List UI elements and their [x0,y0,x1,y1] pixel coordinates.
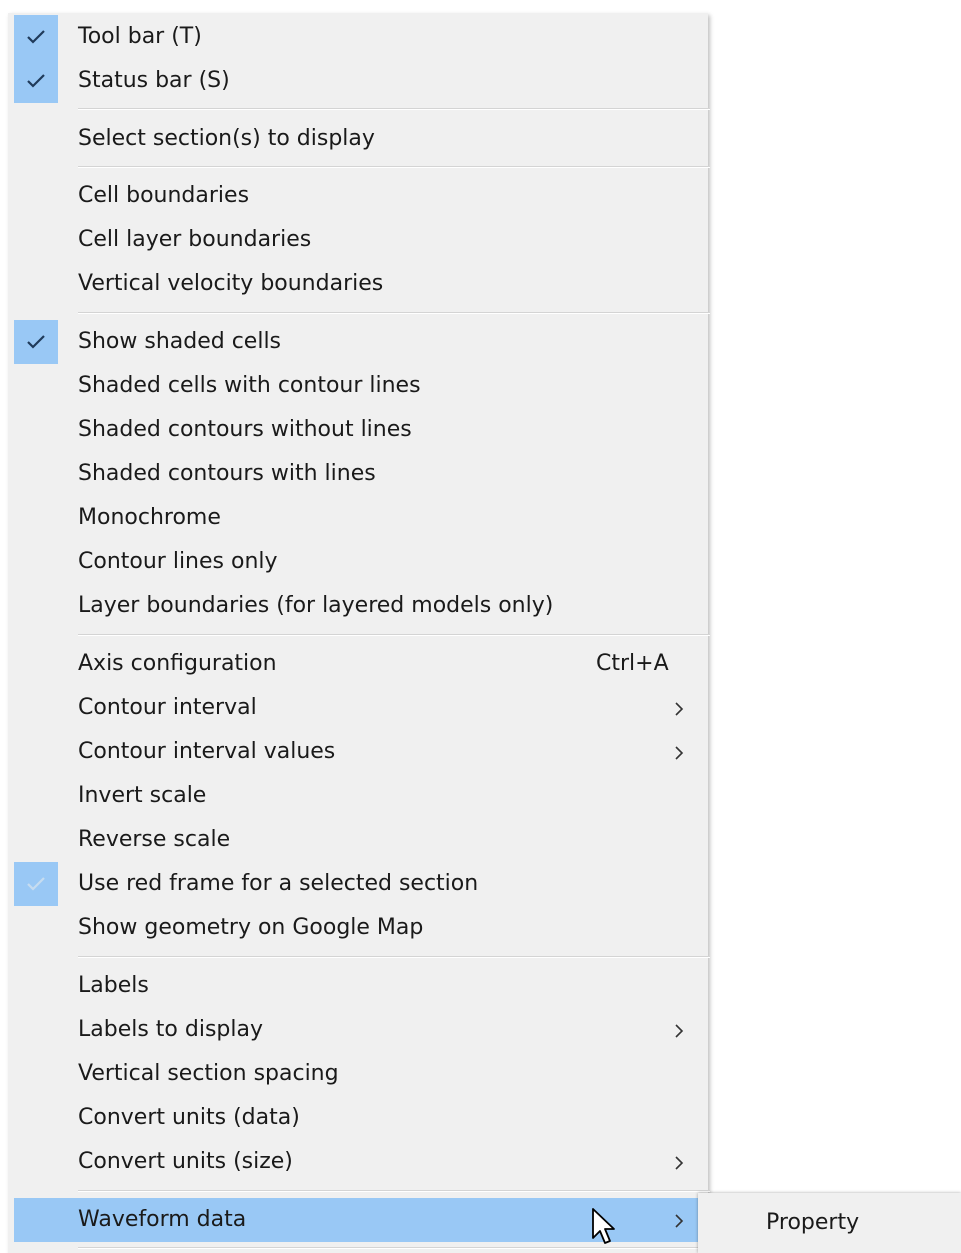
menu-item-select-sections[interactable]: Select section(s) to display [14,117,704,161]
menu-item-vertical-section-spacing[interactable]: Vertical section spacing [14,1052,704,1096]
menu-separator [78,956,710,958]
menu-item-label: Use red frame for a selected section [78,871,479,896]
menu-item-convert-units-size[interactable]: Convert units (size) [14,1140,704,1184]
menu-item-show-shaded-cells[interactable]: Show shaded cells [14,320,704,364]
menu-item-contour-interval-values[interactable]: Contour interval values [14,730,704,774]
menu-item-label: Invert scale [78,783,207,808]
menu-item-status-bar[interactable]: Status bar (S) [14,59,704,103]
menu-item-convert-units-data[interactable]: Convert units (data) [14,1096,704,1140]
menu-item-label: Contour interval [78,695,257,720]
menu-item-label: Convert units (size) [78,1149,293,1174]
menu-item-shortcut: Ctrl+A [596,651,669,676]
menu-item-label: Layer boundaries (for layered models onl… [78,593,554,618]
menu-item-label: Select section(s) to display [78,126,375,151]
menu-item-label: Convert units (data) [78,1105,300,1130]
menu-item-reverse-scale[interactable]: Reverse scale [14,818,704,862]
menu-item-label: Reverse scale [78,827,231,852]
menu-item-label: Show geometry on Google Map [78,915,424,940]
menu-item-label: Shaded contours without lines [78,417,412,442]
menu-item-label: Shaded cells with contour lines [78,373,421,398]
submenu-item-property[interactable]: Property [766,1201,859,1245]
menu-separator [78,1190,710,1192]
menu-item-labels[interactable]: Labels [14,964,704,1008]
mouse-pointer-icon [592,1208,615,1244]
menu-item-label: Contour interval values [78,739,336,764]
menu-item-label: Vertical velocity boundaries [78,271,384,296]
waveform-submenu: Property [698,1193,961,1253]
menu-item-axis-configuration[interactable]: Axis configuration Ctrl+A [14,642,704,686]
chevron-right-icon [675,1214,684,1228]
chevron-right-icon [675,702,684,716]
checkmark-icon [27,74,45,88]
menu-item-label: Shaded contours with lines [78,461,376,486]
menu-separator [78,634,710,636]
menu-item-contour-lines-only[interactable]: Contour lines only [14,540,704,584]
chevron-right-icon [675,746,684,760]
menu-separator [78,1247,710,1249]
chevron-right-icon [675,1156,684,1170]
menu-item-label: Cell boundaries [78,183,250,208]
chevron-right-icon [675,1024,684,1038]
context-menu: Tool bar (T) Status bar (S) Select secti… [8,13,710,1253]
menu-item-tool-bar[interactable]: Tool bar (T) [14,15,704,59]
menu-item-label: Axis configuration [78,651,277,676]
menu-item-cell-layer-boundaries[interactable]: Cell layer boundaries [14,218,704,262]
menu-item-invert-scale[interactable]: Invert scale [14,774,704,818]
menu-item-label: Labels to display [78,1017,264,1042]
menu-item-label: Contour lines only [78,549,278,574]
checkmark-icon [27,877,45,891]
menu-item-contour-interval[interactable]: Contour interval [14,686,704,730]
menu-item-show-geometry-google-map[interactable]: Show geometry on Google Map [14,906,704,950]
menu-item-vertical-velocity-boundaries[interactable]: Vertical velocity boundaries [14,262,704,306]
checkmark-icon [27,335,45,349]
check-indicator [14,862,58,906]
check-indicator [14,320,58,364]
menu-item-label: Vertical section spacing [78,1061,339,1086]
menu-item-shaded-contours-with-lines[interactable]: Shaded contours with lines [14,452,704,496]
check-indicator [14,59,58,103]
menu-separator [78,312,710,314]
menu-item-shaded-contours-without-lines[interactable]: Shaded contours without lines [14,408,704,452]
menu-item-use-red-frame[interactable]: Use red frame for a selected section [14,862,704,906]
menu-item-label: Tool bar (T) [78,24,202,49]
check-indicator [14,15,58,59]
menu-item-monochrome[interactable]: Monochrome [14,496,704,540]
menu-item-label: Labels [78,973,149,998]
menu-item-label: Monochrome [78,505,221,530]
menu-item-label: Cell layer boundaries [78,227,312,252]
menu-item-label: Status bar (S) [78,68,230,93]
menu-item-layer-boundaries[interactable]: Layer boundaries (for layered models onl… [14,584,704,628]
menu-item-label: Waveform data [78,1207,247,1232]
menu-item-labels-to-display[interactable]: Labels to display [14,1008,704,1052]
checkmark-icon [27,30,45,44]
menu-separator [78,108,710,110]
menu-item-cell-boundaries[interactable]: Cell boundaries [14,174,704,218]
menu-item-label: Show shaded cells [78,329,282,354]
menu-item-shaded-cells-contour[interactable]: Shaded cells with contour lines [14,364,704,408]
menu-separator [78,166,710,168]
